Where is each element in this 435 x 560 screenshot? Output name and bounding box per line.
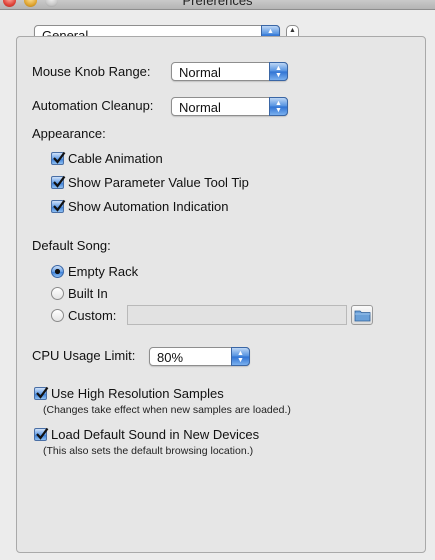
custom-label[interactable]: Custom:: [68, 308, 116, 323]
browse-folder-button[interactable]: [351, 305, 373, 325]
checkmark-icon: [53, 175, 66, 188]
high-resolution-samples-checkbox[interactable]: [34, 386, 49, 400]
folder-icon: [354, 310, 371, 322]
load-default-sound-checkbox[interactable]: [34, 427, 49, 441]
mouse-knob-range-popup[interactable]: Normal ▲ ▼: [171, 62, 288, 81]
checkmark-icon: [53, 151, 66, 164]
built-in-label[interactable]: Built In: [68, 286, 108, 301]
default-song-heading: Default Song:: [32, 238, 111, 253]
show-automation-indication-checkbox[interactable]: [51, 199, 66, 213]
up-down-arrows-icon: ▲▼: [231, 347, 250, 366]
checkmark-icon: [53, 199, 66, 212]
high-resolution-samples-label[interactable]: Use High Resolution Samples: [51, 386, 224, 401]
load-default-sound-note: (This also sets the default browsing loc…: [43, 445, 254, 457]
checkmark-icon: [36, 427, 49, 440]
load-default-sound-label[interactable]: Load Default Sound in New Devices: [51, 427, 259, 442]
mouse-knob-range-value: Normal: [179, 65, 221, 80]
cpu-usage-limit-popup[interactable]: 80% ▲ ▼: [149, 347, 250, 366]
custom-song-path-field[interactable]: [127, 305, 347, 325]
high-resolution-samples-note: (Changes take effect when new samples ar…: [43, 404, 291, 416]
mouse-knob-range-label: Mouse Knob Range:: [32, 64, 151, 79]
show-parameter-tooltip-checkbox[interactable]: [51, 175, 66, 189]
automation-cleanup-value: Normal: [179, 100, 221, 115]
show-parameter-tooltip-label[interactable]: Show Parameter Value Tool Tip: [68, 175, 249, 190]
automation-cleanup-popup[interactable]: Normal ▲ ▼: [171, 97, 288, 116]
built-in-radio[interactable]: [51, 287, 64, 300]
checkmark-icon: [36, 386, 49, 399]
cpu-usage-limit-value: 80%: [157, 350, 184, 365]
custom-radio[interactable]: [51, 309, 64, 322]
cable-animation-checkbox[interactable]: [51, 151, 66, 165]
empty-rack-radio[interactable]: [51, 265, 64, 278]
cpu-usage-limit-label: CPU Usage Limit:: [32, 348, 136, 363]
show-automation-indication-label[interactable]: Show Automation Indication: [68, 199, 228, 214]
empty-rack-label[interactable]: Empty Rack: [68, 264, 138, 279]
up-down-arrows-icon: ▲▼: [269, 97, 288, 116]
up-down-arrows-icon: ▲▼: [269, 62, 288, 81]
automation-cleanup-label: Automation Cleanup:: [32, 98, 154, 113]
title-bar: Preferences: [0, 0, 435, 10]
cable-animation-label[interactable]: Cable Animation: [68, 151, 163, 166]
appearance-heading: Appearance:: [32, 126, 106, 141]
window-title: Preferences: [182, 0, 253, 8]
